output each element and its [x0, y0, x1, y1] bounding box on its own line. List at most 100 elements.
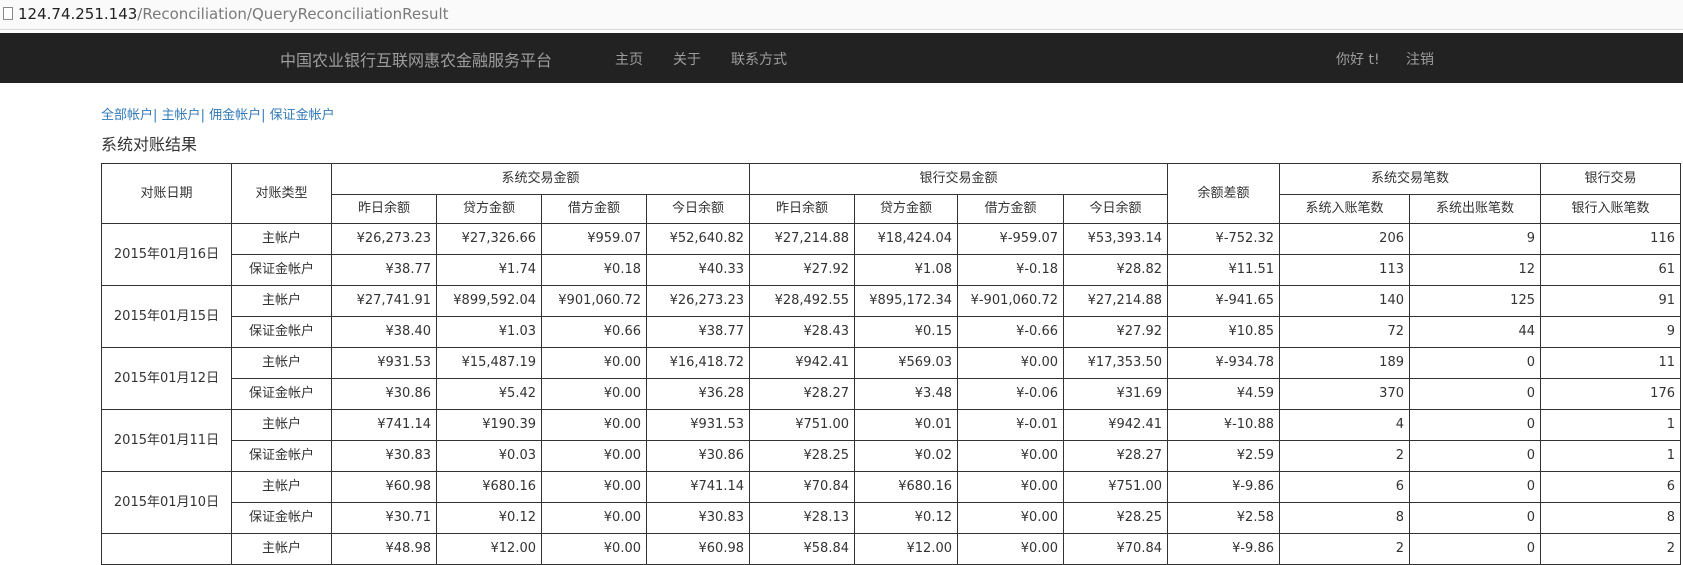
- header-sys-out-count: 系统出账笔数: [1409, 194, 1541, 224]
- header-type: 对账类型: [231, 163, 332, 224]
- header-sys-today-balance: 今日余额: [646, 194, 750, 224]
- header-bank-today-balance: 今日余额: [1063, 194, 1168, 224]
- value-cell: ¥190.39: [436, 409, 542, 441]
- main-account-link[interactable]: 主帐户: [162, 108, 201, 123]
- value-cell: ¥-9.86: [1167, 471, 1280, 503]
- reconciliation-table-body: 2015年01月16日 主帐户 ¥26,273.23 ¥27,326.66 ¥959.0…: [101, 223, 1681, 565]
- value-cell: ¥31.69: [1063, 378, 1168, 410]
- value-cell: ¥680.16: [854, 471, 958, 503]
- value-cell: ¥28,492.55: [749, 285, 855, 317]
- navbar-brand[interactable]: 中国农业银行互联网惠农金融服务平台: [280, 47, 552, 71]
- value-cell: ¥-934.78: [1167, 347, 1280, 379]
- table-row: 2015年01月11日 主帐户 ¥741.14 ¥190.39 ¥0.00 ¥931.53…: [101, 409, 1681, 472]
- url-path: /Reconciliation/QueryReconciliationResul…: [137, 5, 449, 23]
- account-type-cell: 保证金帐户: [231, 502, 332, 534]
- value-cell: ¥0.15: [854, 316, 958, 348]
- value-cell: 0: [1409, 347, 1541, 379]
- account-type-cell: 主帐户: [231, 347, 332, 379]
- link-separator: |: [261, 108, 266, 123]
- top-navbar: 中国农业银行互联网惠农金融服务平台 主页 关于 联系方式 你好 t! 注销: [0, 33, 1683, 83]
- value-cell: ¥18,424.04: [854, 223, 958, 255]
- value-cell: 1: [1540, 440, 1681, 472]
- value-cell: ¥60.98: [646, 533, 750, 565]
- table-row: 2015年01月10日 主帐户 ¥60.98 ¥680.16 ¥0.00 ¥741.14 ¥…: [101, 471, 1681, 534]
- account-type-cell: 主帐户: [231, 409, 332, 441]
- account-filter-links: 全部帐户| 主帐户| 佣金帐户| 保证金帐户: [101, 104, 335, 123]
- value-cell: ¥27,326.66: [436, 223, 542, 255]
- value-cell: ¥0.02: [854, 440, 958, 472]
- value-cell: ¥30.83: [331, 440, 437, 472]
- value-cell: ¥30.86: [331, 378, 437, 410]
- value-cell: ¥28.25: [749, 440, 855, 472]
- date-cell: 2015年01月15日: [101, 285, 232, 348]
- value-cell: ¥0.00: [957, 440, 1064, 472]
- value-cell: ¥53,393.14: [1063, 223, 1168, 255]
- address-bar[interactable]: 124.74.251.143/Reconciliation/QueryRecon…: [0, 0, 1683, 30]
- header-bank-debit: 借方金额: [957, 194, 1064, 224]
- value-cell: ¥-959.07: [957, 223, 1064, 255]
- value-cell: ¥0.12: [854, 502, 958, 534]
- account-type-cell: 保证金帐户: [231, 440, 332, 472]
- value-cell: ¥5.42: [436, 378, 542, 410]
- value-cell: ¥931.53: [331, 347, 437, 379]
- value-cell: ¥1.03: [436, 316, 542, 348]
- commission-account-link[interactable]: 佣金帐户: [209, 108, 261, 123]
- value-cell: 8: [1279, 502, 1410, 534]
- header-sys-debit: 借方金额: [541, 194, 647, 224]
- date-cell: 2015年01月12日: [101, 347, 232, 410]
- value-cell: ¥10.85: [1167, 316, 1280, 348]
- value-cell: 2: [1279, 440, 1410, 472]
- value-cell: ¥3.48: [854, 378, 958, 410]
- value-cell: 91: [1540, 285, 1681, 317]
- value-cell: ¥27.92: [749, 254, 855, 286]
- value-cell: 0: [1409, 471, 1541, 503]
- value-cell: 0: [1409, 378, 1541, 410]
- header-date: 对账日期: [101, 163, 232, 224]
- value-cell: 2: [1540, 533, 1681, 565]
- value-cell: ¥0.00: [957, 533, 1064, 565]
- value-cell: ¥27,741.91: [331, 285, 437, 317]
- value-cell: ¥0.12: [436, 502, 542, 534]
- header-sys-in-count: 系统入账笔数: [1279, 194, 1410, 224]
- value-cell: ¥15,487.19: [436, 347, 542, 379]
- value-cell: ¥0.00: [541, 347, 647, 379]
- value-cell: 44: [1409, 316, 1541, 348]
- deposit-account-link[interactable]: 保证金帐户: [270, 108, 335, 123]
- value-cell: ¥-901,060.72: [957, 285, 1064, 317]
- value-cell: ¥741.14: [646, 471, 750, 503]
- value-cell: ¥0.00: [541, 409, 647, 441]
- account-type-cell: 主帐户: [231, 471, 332, 503]
- account-type-cell: 保证金帐户: [231, 254, 332, 286]
- value-cell: ¥17,353.50: [1063, 347, 1168, 379]
- value-cell: 176: [1540, 378, 1681, 410]
- header-bank-prev-balance: 昨日余额: [749, 194, 855, 224]
- value-cell: ¥0.03: [436, 440, 542, 472]
- value-cell: 9: [1540, 316, 1681, 348]
- value-cell: ¥-0.66: [957, 316, 1064, 348]
- account-type-cell: 主帐户: [231, 285, 332, 317]
- header-sys-credit: 贷方金额: [436, 194, 542, 224]
- value-cell: ¥931.53: [646, 409, 750, 441]
- value-cell: ¥38.40: [331, 316, 437, 348]
- link-separator: |: [153, 108, 158, 123]
- value-cell: ¥-0.01: [957, 409, 1064, 441]
- value-cell: 0: [1409, 440, 1541, 472]
- nav-home-link[interactable]: 主页: [615, 49, 643, 69]
- value-cell: ¥28.13: [749, 502, 855, 534]
- header-bank-amount: 银行交易金额: [749, 163, 1168, 195]
- value-cell: 140: [1279, 285, 1410, 317]
- header-system-amount: 系统交易金额: [331, 163, 750, 195]
- value-cell: ¥36.28: [646, 378, 750, 410]
- nav-about-link[interactable]: 关于: [673, 49, 701, 69]
- all-accounts-link[interactable]: 全部帐户: [101, 108, 153, 123]
- nav-greeting-link[interactable]: 你好 t!: [1336, 49, 1380, 69]
- value-cell: ¥52,640.82: [646, 223, 750, 255]
- nav-contact-link[interactable]: 联系方式: [731, 49, 787, 69]
- value-cell: ¥0.00: [957, 347, 1064, 379]
- value-cell: ¥2.59: [1167, 440, 1280, 472]
- value-cell: 72: [1279, 316, 1410, 348]
- url-text[interactable]: 124.74.251.143/Reconciliation/QueryRecon…: [18, 5, 449, 23]
- nav-logout-link[interactable]: 注销: [1406, 49, 1434, 69]
- value-cell: ¥0.00: [541, 440, 647, 472]
- value-cell: ¥0.00: [957, 471, 1064, 503]
